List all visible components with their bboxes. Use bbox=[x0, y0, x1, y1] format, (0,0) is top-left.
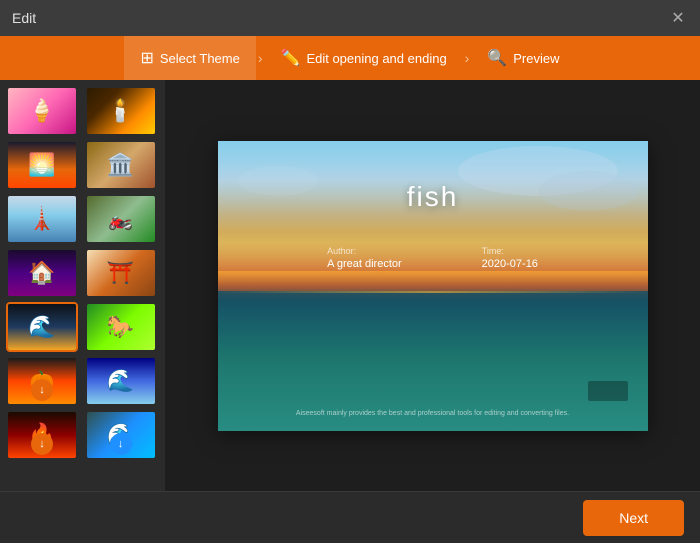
step-preview[interactable]: 🔍 Preview bbox=[471, 36, 575, 80]
horizon-line bbox=[218, 291, 648, 293]
slide-title: fish bbox=[407, 181, 459, 213]
preview-slide: fish Author: A great director Time: 2020… bbox=[218, 141, 648, 431]
thumbnail-7[interactable]: 🏠 bbox=[6, 248, 78, 298]
time-value: 2020-07-16 bbox=[482, 258, 538, 270]
thumbnail-6-bg: 🏍️ bbox=[87, 196, 155, 242]
thumbnail-5[interactable]: 🗼 bbox=[6, 194, 78, 244]
badge-14: ↓ bbox=[110, 433, 132, 455]
step-preview-label: Preview bbox=[513, 51, 559, 66]
step-arrow-1: › bbox=[258, 50, 263, 66]
next-button[interactable]: Next bbox=[583, 500, 684, 536]
thumbnail-5-bg: 🗼 bbox=[8, 196, 76, 242]
time-block: Time: 2020-07-16 bbox=[482, 246, 538, 270]
step-edit-opening[interactable]: ✏️ Edit opening and ending bbox=[265, 36, 463, 80]
thumbnail-10-bg: 🐎 bbox=[87, 304, 155, 350]
steps-bar: ⊞ Select Theme › ✏️ Edit opening and end… bbox=[0, 36, 700, 80]
thumbnail-1[interactable]: 🍦 bbox=[6, 86, 78, 136]
thumbnail-8[interactable]: ⛩️ bbox=[85, 248, 157, 298]
step-arrow-2: › bbox=[465, 50, 470, 66]
thumbnail-11[interactable]: 🎃 ↓ bbox=[6, 356, 78, 406]
slide-meta: Author: A great director Time: 2020-07-1… bbox=[218, 246, 648, 270]
thumbnail-13-bg: 🔥 ↓ bbox=[8, 412, 76, 458]
thumbnail-2-bg: 🕯️ bbox=[87, 88, 155, 134]
thumbnail-14[interactable]: 🌊 ↓ bbox=[85, 410, 157, 460]
thumbnail-6[interactable]: 🏍️ bbox=[85, 194, 157, 244]
step-edit-opening-label: Edit opening and ending bbox=[306, 51, 446, 66]
thumbnail-14-bg: 🌊 ↓ bbox=[87, 412, 155, 458]
preview-panel: fish Author: A great director Time: 2020… bbox=[165, 80, 700, 491]
thumbnail-4[interactable]: 🏛️ bbox=[85, 140, 157, 190]
thumbnail-9-bg: 🌊 bbox=[8, 304, 76, 350]
author-value: A great director bbox=[327, 258, 402, 270]
main-content: 🍦 🕯️ 🌅 🏛️ 🗼 🏍️ bbox=[0, 80, 700, 491]
step-select-theme-label: Select Theme bbox=[160, 51, 240, 66]
window-title: Edit bbox=[12, 10, 36, 26]
thumbnail-13[interactable]: 🔥 ↓ bbox=[6, 410, 78, 460]
thumbnail-8-bg: ⛩️ bbox=[87, 250, 155, 296]
thumbnail-panel: 🍦 🕯️ 🌅 🏛️ 🗼 🏍️ bbox=[0, 80, 165, 491]
thumbnail-9[interactable]: 🌊 bbox=[6, 302, 78, 352]
close-button[interactable]: ✕ bbox=[668, 8, 688, 28]
thumbnail-12-bg: 🌊 bbox=[87, 358, 155, 404]
time-label: Time: bbox=[482, 246, 504, 256]
theme-icon: ⊞ bbox=[140, 48, 153, 68]
thumbnail-11-bg: 🎃 ↓ bbox=[8, 358, 76, 404]
preview-icon: 🔍 bbox=[487, 48, 507, 68]
edit-icon: ✏️ bbox=[281, 48, 301, 68]
thumbnail-3[interactable]: 🌅 bbox=[6, 140, 78, 190]
slide-background: fish Author: A great director Time: 2020… bbox=[218, 141, 648, 431]
thumbnail-10[interactable]: 🐎 bbox=[85, 302, 157, 352]
bottom-bar: Next bbox=[0, 491, 700, 543]
thumbnail-2[interactable]: 🕯️ bbox=[85, 86, 157, 136]
thumbnail-7-bg: 🏠 bbox=[8, 250, 76, 296]
badge-11: ↓ bbox=[31, 379, 53, 401]
thumbnail-1-bg: 🍦 bbox=[8, 88, 76, 134]
badge-13: ↓ bbox=[31, 433, 53, 455]
author-block: Author: A great director bbox=[327, 246, 402, 270]
slide-footer: Aiseesoft mainly provides the best and p… bbox=[218, 410, 648, 417]
thumbnail-4-bg: 🏛️ bbox=[87, 142, 155, 188]
thumbnail-12[interactable]: 🌊 bbox=[85, 356, 157, 406]
step-select-theme[interactable]: ⊞ Select Theme bbox=[124, 36, 255, 80]
thumbnail-3-bg: 🌅 bbox=[8, 142, 76, 188]
author-label: Author: bbox=[327, 246, 356, 256]
title-bar: Edit ✕ bbox=[0, 0, 700, 36]
